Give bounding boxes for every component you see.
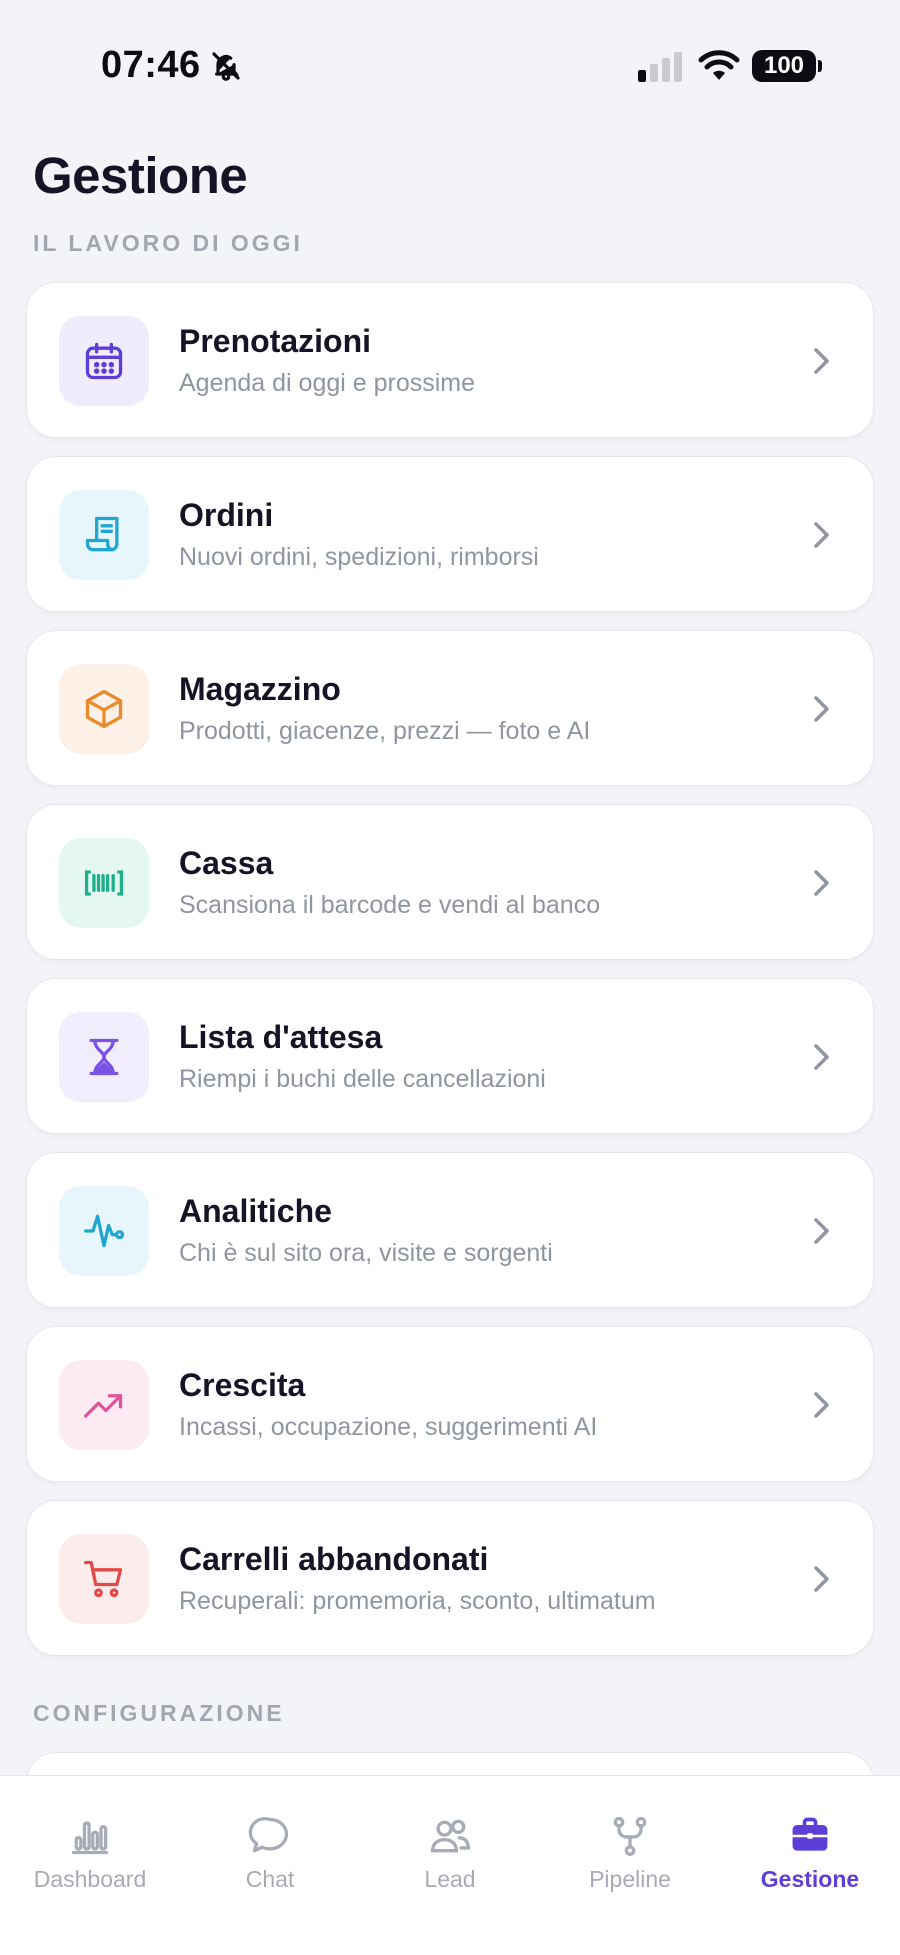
cart-icon (84, 1560, 123, 1598)
status-bar: 07:46 100 (0, 0, 900, 130)
card-title: Prenotazioni (179, 323, 372, 359)
briefcase-icon (792, 1817, 828, 1851)
card-subtitle: Nuovi ordini, spedizioni, rimborsi (179, 543, 539, 571)
card-icon-wrap (59, 1186, 149, 1276)
card-icon-wrap (59, 316, 149, 406)
chevron-right-icon (814, 1218, 829, 1244)
chevron-right-icon (814, 870, 829, 896)
trend-up-icon (84, 1394, 123, 1418)
card-title: Ordini (179, 497, 274, 533)
tab-label: Gestione (760, 1866, 860, 1892)
section-label-config: CONFIGURAZIONE (33, 1700, 285, 1726)
tab-label: Chat (245, 1866, 295, 1892)
tab-label: Pipeline (589, 1866, 671, 1892)
barcode-icon (84, 870, 124, 896)
card-icon-wrap (59, 1012, 149, 1102)
card-title: Crescita (179, 1367, 306, 1403)
chevron-right-icon (814, 1392, 829, 1418)
card-cassa[interactable]: Cassa Scansiona il barcode e vendi al ba… (26, 804, 874, 960)
card-crescita[interactable]: Crescita Incassi, occupazione, suggerime… (26, 1326, 874, 1482)
card-lista-attesa[interactable]: Lista d'attesa Riempi i buchi delle canc… (26, 978, 874, 1134)
tab-label: Lead (424, 1866, 476, 1892)
card-icon-wrap (59, 838, 149, 928)
chevron-right-icon (814, 522, 829, 548)
section-label-today: IL LAVORO DI OGGI (33, 230, 303, 256)
calendar-icon (85, 342, 123, 380)
tab-lead[interactable]: Lead (360, 1776, 540, 1916)
card-title: Analitiche (179, 1193, 332, 1229)
page-title: Gestione (33, 147, 248, 204)
card-ordini[interactable]: Ordini Nuovi ordini, spedizioni, rimbors… (26, 456, 874, 612)
gestione-screen: 07:46 100 Gestione IL LAVORO DI OGGI Pre… (0, 0, 900, 1955)
signal-icon (638, 52, 682, 82)
card-title: Lista d'attesa (179, 1019, 383, 1055)
box-icon (85, 689, 123, 729)
bar-chart-icon (71, 1821, 109, 1855)
card-subtitle: Chi è sul sito ora, visite e sorgenti (179, 1239, 553, 1267)
card-analitiche[interactable]: Analitiche Chi è sul sito ora, visite e … (26, 1152, 874, 1308)
fork-icon (613, 1816, 647, 1856)
today-card-list: Prenotazioni Agenda di oggi e prossime O… (26, 282, 874, 1674)
chevron-right-icon (814, 348, 829, 374)
chevron-right-icon (814, 1566, 829, 1592)
bell-off-icon (212, 52, 240, 81)
chevron-right-icon (814, 1044, 829, 1070)
card-icon-wrap (59, 490, 149, 580)
card-icon-wrap (59, 664, 149, 754)
card-icon-wrap (59, 1360, 149, 1450)
users-icon (430, 1819, 470, 1853)
card-icon-wrap (59, 1534, 149, 1624)
card-subtitle: Agenda di oggi e prossime (179, 369, 476, 397)
receipt-icon (85, 516, 119, 552)
tab-dashboard[interactable]: Dashboard (0, 1776, 180, 1916)
card-subtitle: Prodotti, giacenze, prezzi — foto e AI (179, 717, 591, 745)
tab-chat[interactable]: Chat (180, 1776, 360, 1916)
pulse-icon (84, 1214, 125, 1248)
wifi-icon (698, 50, 740, 80)
tab-label: Dashboard (33, 1866, 147, 1892)
tab-pipeline[interactable]: Pipeline (540, 1776, 720, 1916)
card-subtitle: Riempi i buchi delle cancellazioni (179, 1065, 546, 1093)
card-subtitle: Scansiona il barcode e vendi al banco (179, 891, 601, 919)
card-title: Cassa (179, 845, 274, 881)
battery-icon: 100 (752, 50, 822, 82)
chevron-right-icon (814, 696, 829, 722)
card-subtitle: Incassi, occupazione, suggerimenti AI (179, 1413, 598, 1441)
card-subtitle: Recuperali: promemoria, sconto, ultimatu… (179, 1587, 656, 1615)
status-time: 07:46 (101, 44, 201, 86)
hourglass-icon (89, 1038, 119, 1076)
chat-bubble-icon (248, 1817, 289, 1853)
card-magazzino[interactable]: Magazzino Prodotti, giacenze, prezzi — f… (26, 630, 874, 786)
card-title: Magazzino (179, 671, 341, 707)
tab-gestione[interactable]: Gestione (720, 1776, 900, 1916)
card-prenotazioni[interactable]: Prenotazioni Agenda di oggi e prossime (26, 282, 874, 438)
card-carrelli-abbandonati[interactable]: Carrelli abbandonati Recuperali: promemo… (26, 1500, 874, 1656)
tab-bar: Dashboard Chat Lead Pipeline Gestione (0, 1775, 900, 1955)
card-title: Carrelli abbandonati (179, 1541, 489, 1577)
